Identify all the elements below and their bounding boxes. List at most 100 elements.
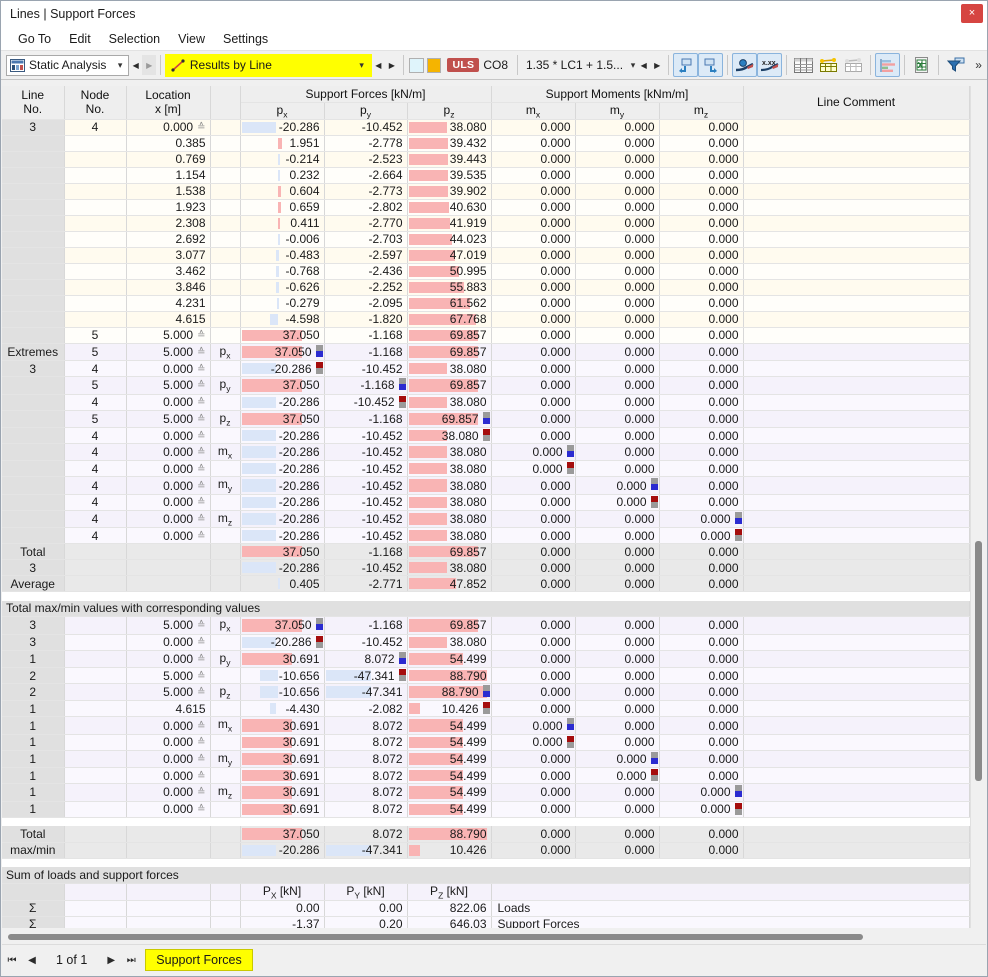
cell-px[interactable]: -20.286	[240, 361, 324, 377]
cell-my[interactable]: 0.000	[575, 247, 659, 263]
table-row[interactable]: 0.769-0.214-2.52339.4430.0000.0000.000	[2, 151, 969, 167]
cell-mx[interactable]: 0.000	[491, 327, 575, 343]
table-row[interactable]: max/min-20.286-47.34110.4260.0000.0000.0…	[2, 842, 969, 858]
table-row[interactable]: 30.000≙-20.286-10.45238.0800.0000.0000.0…	[2, 634, 969, 650]
cell-my[interactable]: 0.000	[575, 327, 659, 343]
redo-icon[interactable]	[698, 53, 723, 77]
table-empty-icon[interactable]	[841, 53, 866, 77]
cell-location[interactable]	[126, 544, 210, 560]
cell-line-comment[interactable]	[743, 151, 969, 167]
cell-node-no[interactable]	[64, 634, 126, 650]
cell-node-no[interactable]	[64, 734, 126, 750]
cell-pz[interactable]: 88.790	[407, 668, 491, 684]
cell-py[interactable]: -10.452	[324, 428, 407, 444]
table-row[interactable]: Extremes55.000≙px37.050-1.16869.8570.000…	[2, 343, 969, 360]
cell-px[interactable]: -10.656	[240, 668, 324, 684]
cell-node-no[interactable]	[64, 560, 126, 576]
cell-px[interactable]: 30.691	[240, 784, 324, 801]
cell-line-no[interactable]	[2, 494, 64, 510]
cell-location[interactable]: 5.000≙	[126, 684, 210, 701]
cell-pz[interactable]: 88.790	[407, 684, 491, 701]
table-row[interactable]: Total37.0508.07288.7900.0000.0000.000	[2, 826, 969, 842]
cell-location[interactable]: 0.000≙	[126, 801, 210, 817]
cell-mx[interactable]: 0.000	[491, 560, 575, 576]
cell-node-no[interactable]: 5	[64, 410, 126, 427]
results-table-container[interactable]: Line No. Node No. Location x [m] Support…	[2, 86, 986, 928]
cell-node-no[interactable]	[64, 750, 126, 767]
cell-node-no[interactable]	[64, 295, 126, 311]
cell-line-no[interactable]	[2, 231, 64, 247]
cell-pz[interactable]: 38.080	[407, 461, 491, 477]
cell-line-no[interactable]: 1	[2, 717, 64, 734]
close-button[interactable]: ×	[961, 4, 983, 23]
cell-mz[interactable]: 0.000	[659, 183, 743, 199]
cell-line-no[interactable]: 1	[2, 768, 64, 784]
cell-line-comment[interactable]	[743, 801, 969, 817]
cell-mz[interactable]: 0.000	[659, 215, 743, 231]
cell-px[interactable]: 0.405	[240, 576, 324, 592]
cell-my[interactable]: 0.000	[575, 311, 659, 327]
cell-mz[interactable]: 0.000	[659, 684, 743, 701]
cell-px[interactable]: 0.604	[240, 183, 324, 199]
cell-mz[interactable]: 0.000	[659, 377, 743, 394]
cell-location[interactable]: 0.000≙	[126, 634, 210, 650]
cell-line-no[interactable]	[2, 461, 64, 477]
cell-mz[interactable]: 0.000	[659, 576, 743, 592]
cell-mz[interactable]: 0.000	[659, 263, 743, 279]
cell-line-comment[interactable]	[743, 263, 969, 279]
cell-py[interactable]: -10.452	[324, 560, 407, 576]
cell-mz[interactable]: 0.000	[659, 167, 743, 183]
cell-py[interactable]: -2.095	[324, 295, 407, 311]
cell-py[interactable]: -2.802	[324, 199, 407, 215]
table-row[interactable]: 55.000≙37.050-1.16869.8570.0000.0000.000	[2, 327, 969, 343]
cell-mx[interactable]: 0.000	[491, 544, 575, 560]
cell-py[interactable]: -47.341	[324, 668, 407, 684]
cell-my[interactable]: 0.000	[575, 477, 659, 494]
header-symbol[interactable]	[210, 86, 240, 119]
cell-line-no[interactable]: max/min	[2, 842, 64, 858]
cell-line-no[interactable]	[2, 279, 64, 295]
cell-location[interactable]: 0.000≙	[126, 650, 210, 667]
chevron-down-icon[interactable]: ▾	[112, 60, 128, 71]
cell-location[interactable]: 4.231	[126, 295, 210, 311]
cell-my[interactable]: 0.000	[575, 461, 659, 477]
cell-pz[interactable]: 38.080	[407, 510, 491, 527]
cell-my[interactable]: 0.000	[575, 151, 659, 167]
cell-location[interactable]: 1.154	[126, 167, 210, 183]
cell-node-no[interactable]	[64, 668, 126, 684]
cell-node-no[interactable]	[64, 544, 126, 560]
table-row[interactable]: 35.000≙px37.050-1.16869.8570.0000.0000.0…	[2, 617, 969, 634]
cell-location[interactable]: 5.000≙	[126, 668, 210, 684]
header-location[interactable]: Location x [m]	[126, 86, 210, 119]
cell-line-comment[interactable]	[743, 701, 969, 717]
undo-icon[interactable]	[673, 53, 698, 77]
cell-line-comment[interactable]	[743, 231, 969, 247]
cell-pz[interactable]: 47.019	[407, 247, 491, 263]
cell-node-no[interactable]	[64, 247, 126, 263]
table-row[interactable]: 1.5380.604-2.77339.9020.0000.0000.000	[2, 183, 969, 199]
cell-line-comment[interactable]	[743, 750, 969, 767]
cell-pz[interactable]: 41.919	[407, 215, 491, 231]
cell-line-comment[interactable]	[743, 717, 969, 734]
cell-px[interactable]: 1.951	[240, 135, 324, 151]
cell-px[interactable]: 30.691	[240, 734, 324, 750]
cell-location[interactable]: 0.000≙	[126, 768, 210, 784]
cell-mx[interactable]: 0.000	[491, 361, 575, 377]
cell-py[interactable]: -10.452	[324, 528, 407, 544]
cell-location[interactable]: 0.000≙	[126, 717, 210, 734]
header-pz[interactable]: pz	[407, 102, 491, 119]
cell-my[interactable]: 0.000	[575, 263, 659, 279]
cell-mx[interactable]: 0.000	[491, 768, 575, 784]
cell-my[interactable]: 0.000	[575, 842, 659, 858]
cell-pz[interactable]: 47.852	[407, 576, 491, 592]
cell-line-comment[interactable]	[743, 183, 969, 199]
cell-mx[interactable]: 0.000	[491, 119, 575, 135]
cell-location[interactable]: 4.615	[126, 311, 210, 327]
cell-location[interactable]: 0.385	[126, 135, 210, 151]
cell-mz[interactable]: 0.000	[659, 295, 743, 311]
prev-page-button[interactable]: ◀	[22, 955, 42, 966]
cell-pz[interactable]: 88.790	[407, 826, 491, 842]
cell-py[interactable]: -2.523	[324, 151, 407, 167]
cell-py[interactable]: -1.168	[324, 377, 407, 394]
cell-node-no[interactable]	[64, 717, 126, 734]
